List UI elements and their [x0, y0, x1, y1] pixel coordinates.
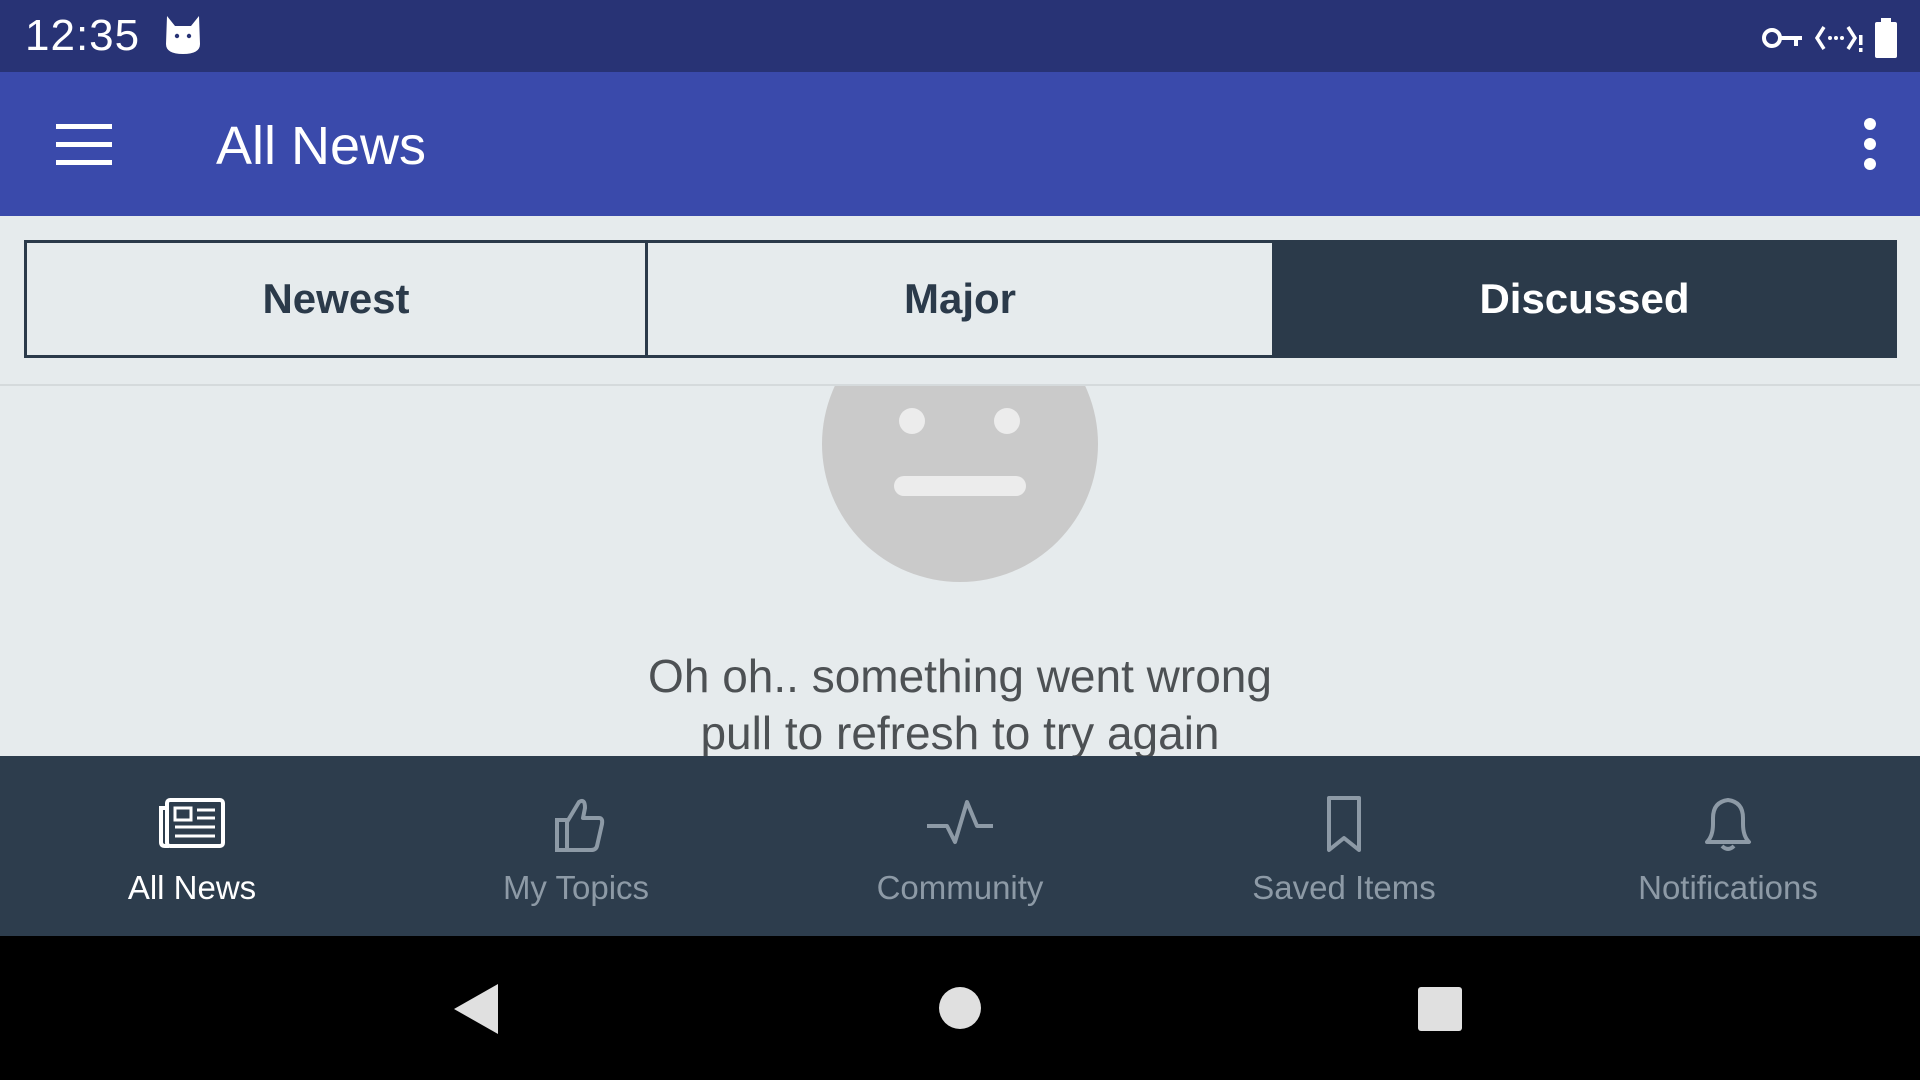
status-icons — [1762, 18, 1898, 58]
thumbs-up-icon — [555, 798, 605, 852]
app-bar: All News — [0, 72, 1920, 216]
bell-icon — [1705, 798, 1751, 851]
nav-label: All News — [127, 869, 257, 906]
tab-discussed[interactable]: Discussed — [1272, 240, 1897, 358]
nav-item-notifications[interactable]: Notifications — [1536, 756, 1920, 936]
pulse-icon — [927, 800, 993, 844]
page-title: All News — [216, 116, 427, 176]
battery-icon — [1875, 18, 1897, 58]
bookmark-icon — [1327, 796, 1361, 852]
neutral-face-icon — [822, 386, 1098, 582]
error-message: Oh oh.. something went wrong pull to ref… — [0, 648, 1920, 756]
error-line-2: pull to refresh to try again — [700, 707, 1220, 756]
nav-item-community[interactable]: Community — [768, 756, 1152, 936]
nav-label: Notifications — [1638, 869, 1818, 906]
error-content[interactable]: Oh oh.. something went wrong pull to ref… — [0, 386, 1920, 756]
system-navigation-bar — [0, 936, 1920, 1080]
nav-label: My Topics — [502, 869, 650, 906]
face-eye-right — [994, 408, 1020, 434]
face-mouth — [894, 476, 1026, 496]
nav-item-all-news[interactable]: All News — [0, 756, 384, 936]
error-line-1: Oh oh.. something went wrong — [648, 650, 1272, 702]
nav-label: Saved Items — [1252, 869, 1436, 906]
nav-label: Community — [876, 869, 1044, 906]
hamburger-menu-icon[interactable] — [56, 124, 112, 165]
status-time: 12:35 — [25, 11, 141, 60]
cat-notification-icon — [166, 16, 200, 54]
status-bar: 12:35 — [0, 0, 1920, 72]
vpn-key-icon — [1762, 28, 1802, 48]
recents-icon[interactable] — [1417, 986, 1463, 1032]
tab-major[interactable]: Major — [645, 240, 1275, 358]
newspaper-icon — [159, 798, 225, 848]
bottom-navigation: All News My Topics Community Saved Items… — [0, 756, 1920, 936]
nav-item-saved-items[interactable]: Saved Items — [1152, 756, 1536, 936]
filter-tabs: Newest Major Discussed — [0, 216, 1920, 386]
back-icon[interactable] — [452, 982, 500, 1036]
more-vertical-icon[interactable] — [1860, 118, 1880, 170]
nav-item-my-topics[interactable]: My Topics — [384, 756, 768, 936]
home-icon[interactable] — [938, 986, 982, 1030]
data-transfer-icon — [1814, 26, 1863, 52]
face-eye-left — [899, 408, 925, 434]
tab-newest[interactable]: Newest — [24, 240, 648, 358]
